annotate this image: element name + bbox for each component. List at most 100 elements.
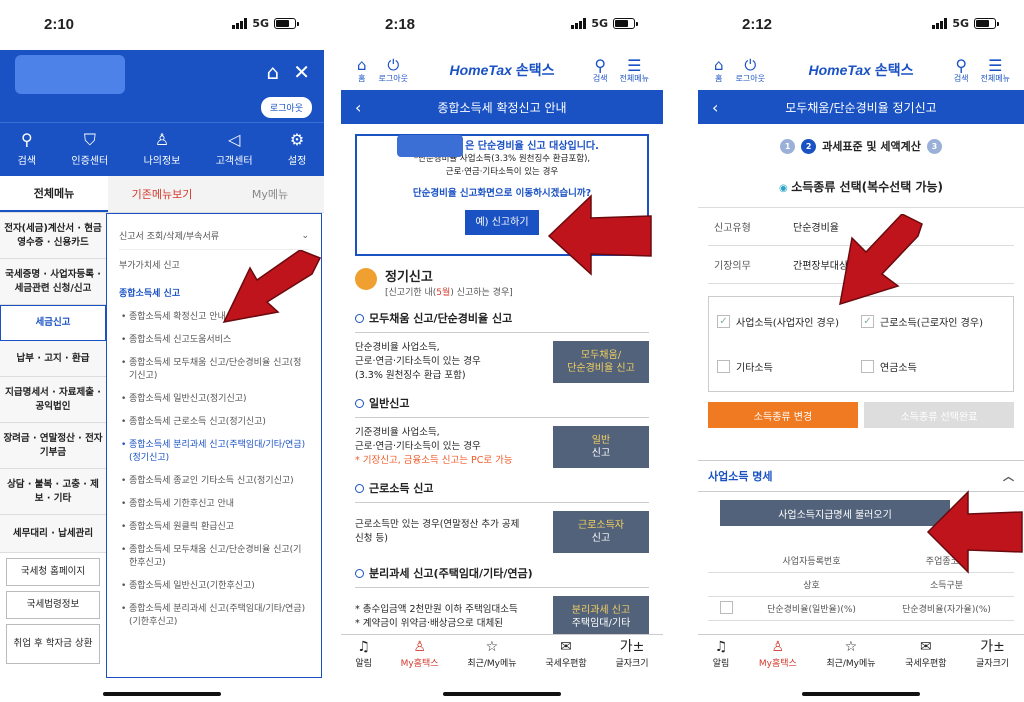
checkbox-checked[interactable]: ✓ xyxy=(861,315,874,328)
law-info-button[interactable]: 국세법령정보 xyxy=(6,591,100,619)
home-button[interactable]: ⌂ 홈 xyxy=(714,56,724,84)
logo-text-ko: 손택스 xyxy=(515,62,555,78)
quick-settings[interactable]: ⚙ 설정 xyxy=(288,132,306,168)
filing-row: 기준경비율 사업소득, 근로·연금·기타소득이 있는 경우 * 기장신고, 금융소득… xyxy=(355,417,649,468)
submenu-vat[interactable]: 부가가치세 신고 xyxy=(119,250,309,278)
checkbox[interactable] xyxy=(861,360,874,373)
quick-cert[interactable]: ⛉ 인증센터 xyxy=(71,132,108,168)
check-earned-income[interactable]: ✓ 근로소득(근로자인 경우) xyxy=(861,307,1005,336)
step-2[interactable]: 2 xyxy=(801,138,817,154)
nav-recent[interactable]: ☆ 최근/My메뉴 xyxy=(826,640,875,669)
side-item-tax-filing[interactable]: 세금신고 xyxy=(0,305,106,341)
submenu-item[interactable]: 종합소득세 일반신고(정기신고) xyxy=(119,388,309,411)
logout-button[interactable]: ⏻ 로그아웃 xyxy=(379,57,408,84)
notice-line: 근로·연금·기타소득이 있는 경우 xyxy=(445,167,559,177)
nav-my-hometax[interactable]: ♙ My홈택스 xyxy=(759,640,797,669)
home-icon: ⌂ xyxy=(714,56,724,74)
side-item-einvoice[interactable]: 전자(세금)계산서 · 현금영수증 · 신용카드 xyxy=(0,213,106,259)
confirm-income-type-button[interactable]: 소득종류 선택완료 xyxy=(864,402,1014,428)
nts-homepage-button[interactable]: 국세청 홈페이지 xyxy=(6,558,100,586)
submenu-item[interactable]: 종합소득세 원클릭 환급신고 xyxy=(119,516,309,539)
network-label: 5G xyxy=(252,17,269,30)
nav-font-size[interactable]: 가± 글자크기 xyxy=(615,640,648,669)
subtitle-month: 5월 xyxy=(436,288,451,298)
home-label: 홈 xyxy=(358,74,366,83)
file-now-button[interactable]: 예) 신고하기 xyxy=(465,210,539,235)
submenu-item[interactable]: 종합소득세 모두채움 신고/단순경비율 신고(기한후신고) xyxy=(119,539,309,575)
submenu-item[interactable]: 종합소득세 분리과세 신고(주택임대/기타/연금)(기한후신고) xyxy=(119,598,309,634)
check-business-income[interactable]: ✓ 사업소득(사업자인 경우) xyxy=(717,307,861,336)
nav-my-hometax[interactable]: ♙ My홈택스 xyxy=(401,640,439,669)
tab-legacy-menu[interactable]: 기존메뉴보기 xyxy=(108,176,216,212)
submenu-item[interactable]: 종합소득세 근로소득 신고(정기신고) xyxy=(119,411,309,434)
simple-rate-filing-button[interactable]: 모두채움/단순경비율 신고 xyxy=(553,341,649,383)
submenu-income-tax[interactable]: 종합소득세 신고 xyxy=(119,278,309,306)
submenu-item[interactable]: 종합소득세 확정신고 안내 xyxy=(119,306,309,329)
submenu-item[interactable]: 종합소득세 분리과세 신고(주택임대/기타/연금)(정기신고) xyxy=(119,434,309,470)
separate-tax-filing-button[interactable]: 분리과세 신고 주택임대/기타 xyxy=(553,596,649,638)
home-button[interactable]: ⌂ 홈 xyxy=(357,57,367,84)
table-row: 상호 소득구분 xyxy=(708,573,1014,597)
submenu-item[interactable]: 종합소득세 신고도움서비스 xyxy=(119,329,309,352)
side-item-statement[interactable]: 지급명세서 · 자료제출 · 공익법인 xyxy=(0,377,106,423)
hometax-logo[interactable]: HomeTax 손택스 xyxy=(808,60,913,80)
nav-recent[interactable]: ☆ 최근/My메뉴 xyxy=(467,640,516,669)
step-1[interactable]: 1 xyxy=(780,138,796,154)
submenu-item[interactable]: 종합소득세 기한후신고 안내 xyxy=(119,493,309,516)
quick-myinfo[interactable]: ♙ 나의정보 xyxy=(144,132,181,168)
check-label: 기타소득 xyxy=(736,363,773,374)
back-icon[interactable]: ‹ xyxy=(712,98,718,117)
home-icon[interactable]: ⌂ xyxy=(267,60,280,84)
logo-text-ko: 손택스 xyxy=(874,62,914,78)
general-filing-button[interactable]: 일반 신고 xyxy=(553,426,649,468)
student-loan-button[interactable]: 취업 후 학자금 상환 xyxy=(6,624,100,664)
check-pension-income[interactable]: 연금소득 xyxy=(861,352,1005,381)
load-statement-button[interactable]: 사업소득지급명세 불러오기 xyxy=(720,500,950,526)
logout-button[interactable]: ⏻ 로그아웃 xyxy=(736,57,765,84)
search-button[interactable]: ⚲ 검색 xyxy=(593,57,608,83)
submenu-header[interactable]: 신고서 조회/삭제/부속서류 ⌄ xyxy=(119,222,309,250)
desc-line: * 계약금이 위약금·배상금으로 대체된 xyxy=(355,618,503,629)
search-button[interactable]: ⚲ 검색 xyxy=(954,57,969,83)
side-item-counsel[interactable]: 상담 · 불복 · 고충 · 제보 · 기타 xyxy=(0,469,106,515)
status-signal: 5G xyxy=(571,17,638,30)
step-3[interactable]: 3 xyxy=(926,138,942,154)
nav-mailbox[interactable]: ✉ 국세우편함 xyxy=(905,640,946,669)
content: 정기신고 [신고기한 내(5월) 신고하는 경우] 모두채움 신고/단순경비율 … xyxy=(341,266,663,638)
back-icon[interactable]: ‹ xyxy=(355,98,361,117)
all-menu-button[interactable]: ☰ 전체메뉴 xyxy=(981,57,1010,83)
hometax-logo[interactable]: HomeTax 손택스 xyxy=(449,60,554,80)
nav-alerts[interactable]: ♫ 알림 xyxy=(355,640,372,669)
checkbox-checked[interactable]: ✓ xyxy=(717,315,730,328)
table-header: 사업자등록번호 xyxy=(782,557,841,567)
quick-search[interactable]: ⚲ 검색 xyxy=(18,132,36,168)
checkbox[interactable] xyxy=(717,360,730,373)
logout-button[interactable]: 로그아웃 xyxy=(260,97,312,118)
quick-support[interactable]: ◁ 고객센터 xyxy=(216,132,253,168)
person-icon: ♙ xyxy=(771,639,785,655)
close-icon[interactable]: ✕ xyxy=(293,60,310,84)
submenu-item[interactable]: 종합소득세 일반신고(기한후신고) xyxy=(119,575,309,598)
side-item-payment[interactable]: 납부 · 고지 · 환급 xyxy=(0,341,106,377)
all-menu-button[interactable]: ☰ 전체메뉴 xyxy=(620,57,649,83)
submenu-item[interactable]: 종합소득세 종교인 기타소득 신고(정기신고) xyxy=(119,470,309,493)
side-item-incentive[interactable]: 장려금 · 연말정산 · 전자기부금 xyxy=(0,423,106,469)
submenu-item[interactable]: 종합소득세 모두채움 신고/단순경비율 신고(정기신고) xyxy=(119,352,309,388)
side-item-agent[interactable]: 세무대리 · 납세관리 xyxy=(0,515,106,553)
bell-icon: ♫ xyxy=(357,639,370,655)
notice-box: 은 단순경비율 신고 대상입니다. *단순경비율 사업소득(3.3% 원천징수 … xyxy=(355,134,649,256)
side-item-certificate[interactable]: 국세증명 · 사업자등록 · 세금관련 신청/신고 xyxy=(0,259,106,305)
button-label: 신고 xyxy=(591,533,611,544)
earned-income-filing-button[interactable]: 근로소득자 신고 xyxy=(553,511,649,553)
check-other-income[interactable]: 기타소득 xyxy=(717,352,861,381)
nav-mailbox[interactable]: ✉ 국세우편함 xyxy=(545,640,586,669)
tab-my-menu[interactable]: My메뉴 xyxy=(216,176,324,212)
income-type-checkboxes: ✓ 사업소득(사업자인 경우) ✓ 근로소득(근로자인 경우) 기타소득 연금소득 xyxy=(708,296,1014,392)
bottom-nav: ♫ 알림 ♙ My홈택스 ☆ 최근/My메뉴 ✉ 국세우편함 가± 글자크기 xyxy=(698,634,1024,674)
row-checkbox[interactable] xyxy=(719,600,733,614)
nav-alerts[interactable]: ♫ 알림 xyxy=(713,640,730,669)
business-income-section-header[interactable]: 사업소득 명세 ︿ xyxy=(698,460,1024,492)
nav-font-size[interactable]: 가± 글자크기 xyxy=(976,640,1009,669)
change-income-type-button[interactable]: 소득종류 변경 xyxy=(708,402,858,428)
tab-all-menu[interactable]: 전체메뉴 xyxy=(0,176,108,212)
